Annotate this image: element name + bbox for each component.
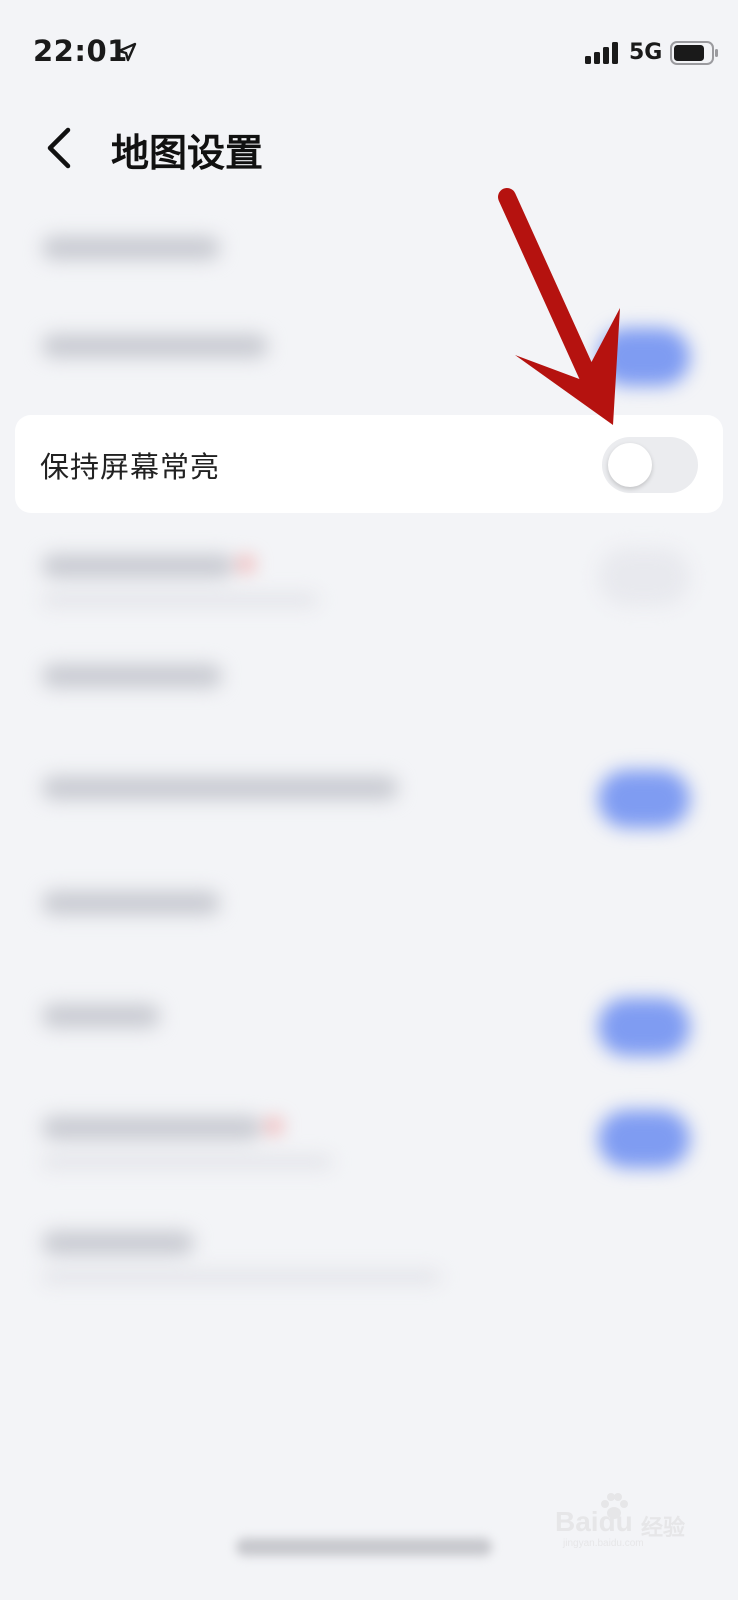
blurred-setting-row[interactable] [0, 1080, 738, 1196]
keep-screen-on-label: 保持屏幕常亮 [40, 450, 221, 484]
watermark-url: jingyan.baidu.com [563, 1538, 644, 1549]
watermark-brand: Baidu [555, 1506, 633, 1537]
watermark-cn: 经验 [641, 1515, 686, 1540]
toggle-knob [608, 443, 652, 487]
blurred-setting-row[interactable] [0, 968, 738, 1084]
status-bar: 22:01 5G [0, 0, 738, 108]
keep-screen-on-toggle[interactable] [602, 437, 698, 493]
blurred-setting-row[interactable] [0, 628, 738, 744]
blurred-setting-row[interactable] [0, 1195, 738, 1311]
home-indicator [236, 1538, 492, 1556]
back-button[interactable] [40, 118, 80, 178]
network-type: 5G [629, 40, 663, 65]
blurred-setting-row[interactable] [0, 298, 738, 414]
battery-icon [670, 41, 718, 65]
page-title: 地图设置 [111, 131, 264, 175]
signal-bars-icon [585, 42, 618, 64]
settings-list: 保持屏幕常亮 [0, 200, 738, 1300]
blurred-setting-row[interactable] [0, 855, 738, 971]
blurred-setting-row[interactable] [0, 740, 738, 856]
location-arrow-icon [117, 42, 137, 62]
blurred-setting-row[interactable] [0, 518, 738, 634]
keep-screen-on-row[interactable]: 保持屏幕常亮 [15, 415, 723, 513]
status-time: 22:01 [33, 34, 128, 68]
baidu-jingyan-watermark: Baidu 经验 jingyan.baidu.com [555, 1492, 690, 1552]
header: 地图设置 [0, 108, 738, 208]
